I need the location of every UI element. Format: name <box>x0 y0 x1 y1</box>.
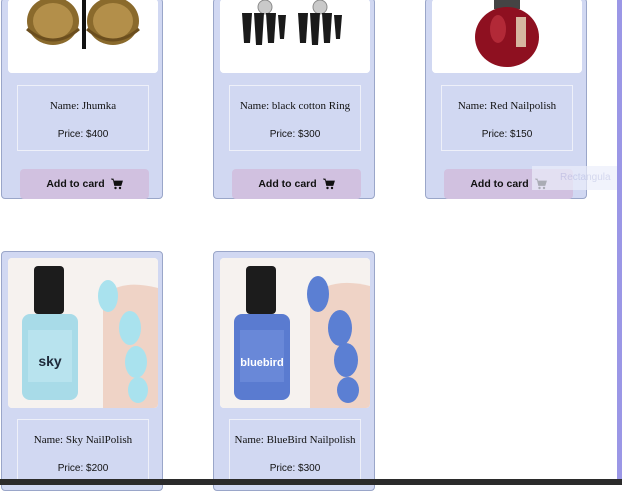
product-info: Name: BlueBird Nailpolish Price: $300 <box>229 419 361 485</box>
svg-text:sky: sky <box>38 353 62 369</box>
product-name: Name: Red Nailpolish <box>457 100 557 112</box>
add-to-cart-label: Add to card <box>258 178 317 190</box>
sky-nailpolish-image: sky <box>8 258 158 408</box>
shopping-cart-icon <box>322 178 335 190</box>
red-nailpolish-image <box>432 0 582 73</box>
tassel-earrings-image <box>220 0 370 73</box>
svg-text:bluebird: bluebird <box>240 357 283 369</box>
jhumka-earrings-image <box>8 0 158 73</box>
product-card: Name: black cotton Ring Price: $300 Add … <box>213 0 375 199</box>
product-image <box>8 0 158 73</box>
bluebird-nailpolish-image: bluebird <box>220 258 370 408</box>
product-info: Name: Red Nailpolish Price: $150 <box>441 85 573 151</box>
product-image: bluebird <box>220 258 370 408</box>
shopping-cart-icon <box>110 178 123 190</box>
product-image <box>432 0 582 73</box>
window-right-border <box>617 0 622 485</box>
add-to-cart-label: Add to card <box>46 178 105 190</box>
product-card: sky Name: Sky NailPolish Price: $200 <box>1 251 163 491</box>
product-name: Name: Jhumka <box>49 100 117 112</box>
product-price: Price: $300 <box>269 463 321 474</box>
product-name: Name: BlueBird Nailpolish <box>234 434 356 446</box>
product-info: Name: black cotton Ring Price: $300 <box>229 85 361 151</box>
product-price: Price: $150 <box>481 129 533 140</box>
product-card: Name: Jhumka Price: $400 Add to card <box>1 0 163 199</box>
product-info: Name: Jhumka Price: $400 <box>17 85 149 151</box>
product-name: Name: black cotton Ring <box>239 100 351 112</box>
rectangle-tool-overlay: Rectangula <box>532 166 622 190</box>
product-price: Price: $200 <box>57 463 109 474</box>
add-to-cart-button[interactable]: Add to card <box>232 169 361 199</box>
product-info: Name: Sky NailPolish Price: $200 <box>17 419 149 485</box>
product-price: Price: $300 <box>269 129 321 140</box>
product-price: Price: $400 <box>57 129 109 140</box>
add-to-cart-button[interactable]: Add to card <box>20 169 149 199</box>
product-card: bluebird Name: BlueBird Nailpolish Price… <box>213 251 375 491</box>
product-image <box>220 0 370 73</box>
product-name: Name: Sky NailPolish <box>33 434 133 446</box>
add-to-cart-label: Add to card <box>470 178 529 190</box>
overlay-label: Rectangula <box>560 172 611 183</box>
bottom-taskbar <box>0 479 622 485</box>
product-image: sky <box>8 258 158 408</box>
